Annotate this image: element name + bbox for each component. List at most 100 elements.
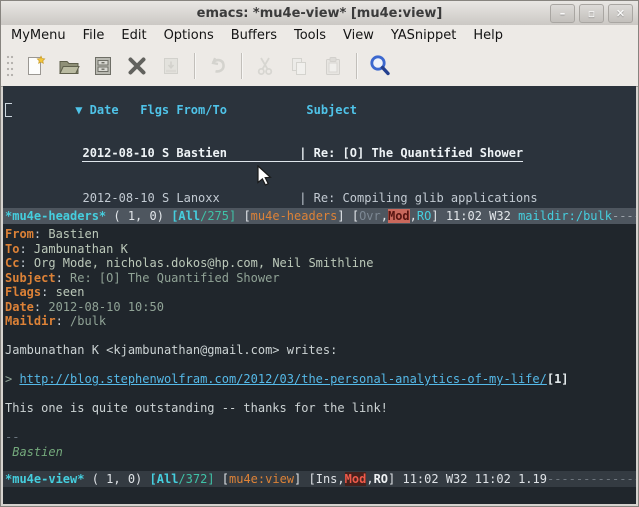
new-file-icon (23, 54, 47, 78)
table-row[interactable]: 2012-08-10SLanoxx| Re: Compiling glib app… (3, 176, 636, 208)
modeline-mu4e-headers[interactable]: *mu4e-headers* ( 1, 0) [All/275] [mu4e-h… (3, 208, 636, 224)
modeline-mu4e-view[interactable]: *mu4e-view* ( 1, 0) [All/372] [mu4e:view… (3, 471, 636, 487)
field-value-subject: Re: [O] The Quantified Shower (70, 271, 280, 285)
echo-area[interactable] (3, 487, 636, 504)
new-file-button[interactable] (20, 51, 50, 81)
save-as-button[interactable] (156, 51, 186, 81)
row-flags: S (162, 191, 176, 206)
modeline-ro-flag: RO (417, 209, 431, 223)
close-buffer-button[interactable] (122, 51, 152, 81)
cut-button[interactable] (250, 51, 280, 81)
signature: Bastien (12, 445, 63, 459)
field-label-cc: Cc (5, 256, 19, 270)
field-label-maildir: Maildir (5, 314, 56, 328)
emacs-window: emacs: *mu4e-view* [mu4e:view] – ▫ ✕ MyM… (0, 0, 639, 507)
modeline-buffer-name: *mu4e-headers* (5, 209, 106, 223)
toolbar-separator (194, 53, 195, 79)
field-value-to: Jambunathan K (34, 242, 128, 256)
headers-column-row: ▼ DateFlgsFrom/ToSubject (3, 88, 636, 132)
field-label-date: Date (5, 300, 34, 314)
modeline-count: /275] (200, 209, 236, 223)
modeline-query: [All (150, 472, 179, 486)
paste-clipboard-icon (321, 54, 345, 78)
minimize-button[interactable]: – (550, 4, 575, 23)
row-from: Bastien (176, 146, 299, 161)
row-from: Lanoxx (176, 191, 299, 206)
copy-icon (287, 54, 311, 78)
modeline-maildir: maildir:/bulk (518, 209, 612, 223)
search-icon (367, 53, 393, 79)
field-label-flags: Flags (5, 285, 41, 299)
menu-yasnippet[interactable]: YASnippet (391, 28, 457, 43)
quote-prefix: > (5, 372, 12, 386)
modeline-position: ( 1, 0) (84, 472, 149, 486)
modeline-ins-flag: Ins (316, 472, 338, 486)
link-reference-number: [1] (547, 372, 569, 386)
column-flags[interactable]: Flgs (140, 103, 176, 118)
window-controls: – ▫ ✕ (550, 4, 633, 23)
close-x-icon (125, 54, 149, 78)
row-thread-pipe: | (299, 146, 306, 160)
modeline-ovr-flag: Ovr (359, 209, 381, 223)
modeline-mod-flag: Mod (388, 209, 410, 223)
title-bar[interactable]: emacs: *mu4e-view* [mu4e:view] – ▫ ✕ (1, 1, 638, 26)
field-value-date: 2012-08-10 10:50 (48, 300, 164, 314)
menu-mymenu[interactable]: MyMenu (11, 28, 66, 43)
field-value-from: Bastien (48, 227, 99, 241)
row-flags: S (162, 146, 176, 161)
field-label-from: From (5, 227, 34, 241)
modeline-major-mode: mu4e:view (229, 472, 294, 486)
emacs-frame: ▼ DateFlgsFrom/ToSubject 2012-08-10SBast… (3, 86, 636, 504)
row-thread-pipe: | (299, 191, 306, 205)
maximize-button[interactable]: ▫ (579, 4, 604, 23)
toolbar-separator (241, 53, 242, 79)
save-button[interactable] (88, 51, 118, 81)
modeline-time: 11:02 W32 11:02 1.19 (402, 472, 547, 486)
modeline-time: 11:02 W32 (446, 209, 518, 223)
toolbar-separator (356, 53, 357, 79)
row-subject: Re: Compiling glib applications (314, 191, 538, 205)
window-title: emacs: *mu4e-view* [mu4e:view] (197, 6, 443, 21)
menu-help[interactable]: Help (473, 28, 503, 43)
column-from[interactable]: From/To (176, 103, 306, 118)
column-subject[interactable]: Subject (306, 103, 357, 117)
row-subject: Re: [O] The Quantified Shower (314, 146, 524, 160)
menu-bar: MyMenu File Edit Options Buffers Tools V… (1, 25, 638, 46)
modeline-count: /372] (178, 472, 214, 486)
field-value-cc: Org Mode, nicholas.dokos@hp.com, Neil Sm… (34, 256, 374, 270)
search-button[interactable] (365, 51, 395, 81)
menu-options[interactable]: Options (164, 28, 214, 43)
column-date-sort[interactable]: ▼ Date (75, 103, 140, 118)
modeline-ro-flag: RO (374, 472, 388, 486)
undo-button[interactable] (203, 51, 233, 81)
table-row-selected[interactable]: 2012-08-10SBastien|Re: [O] The Quantifie… (3, 132, 636, 177)
save-as-icon (159, 54, 183, 78)
save-icon (91, 54, 115, 78)
mu4e-headers-window: ▼ DateFlgsFrom/ToSubject 2012-08-10SBast… (3, 86, 636, 208)
menu-file[interactable]: File (83, 28, 105, 43)
menu-view[interactable]: View (343, 28, 374, 43)
row-date: 2012-08-10 (82, 191, 161, 206)
paste-button[interactable] (318, 51, 348, 81)
field-value-flags: seen (56, 285, 85, 299)
copy-button[interactable] (284, 51, 314, 81)
modeline-mod-flag: Mod (345, 472, 367, 486)
signature-separator: -- (3, 430, 636, 445)
menu-tools[interactable]: Tools (294, 28, 326, 43)
toolbar-drag-handle[interactable] (5, 52, 15, 80)
modeline-filler: -------------------- (547, 472, 636, 486)
open-file-button[interactable] (54, 51, 84, 81)
menu-buffers[interactable]: Buffers (231, 28, 277, 43)
close-button[interactable]: ✕ (608, 4, 633, 23)
fringe-cursor-indicator (5, 103, 12, 117)
message-intro-line: Jambunathan K <kjambunathan@gmail.com> w… (3, 343, 636, 358)
menu-edit[interactable]: Edit (121, 28, 146, 43)
modeline-position: ( 1, 0) (106, 209, 171, 223)
field-label-to: To (5, 242, 19, 256)
modeline-query: [All (171, 209, 200, 223)
undo-icon (206, 54, 230, 78)
modeline-buffer-name: *mu4e-view* (5, 472, 84, 486)
field-label-subject: Subject (5, 271, 56, 285)
tool-bar (1, 46, 638, 87)
hyperlink[interactable]: http://blog.stephenwolfram.com/2012/03/t… (19, 372, 546, 386)
